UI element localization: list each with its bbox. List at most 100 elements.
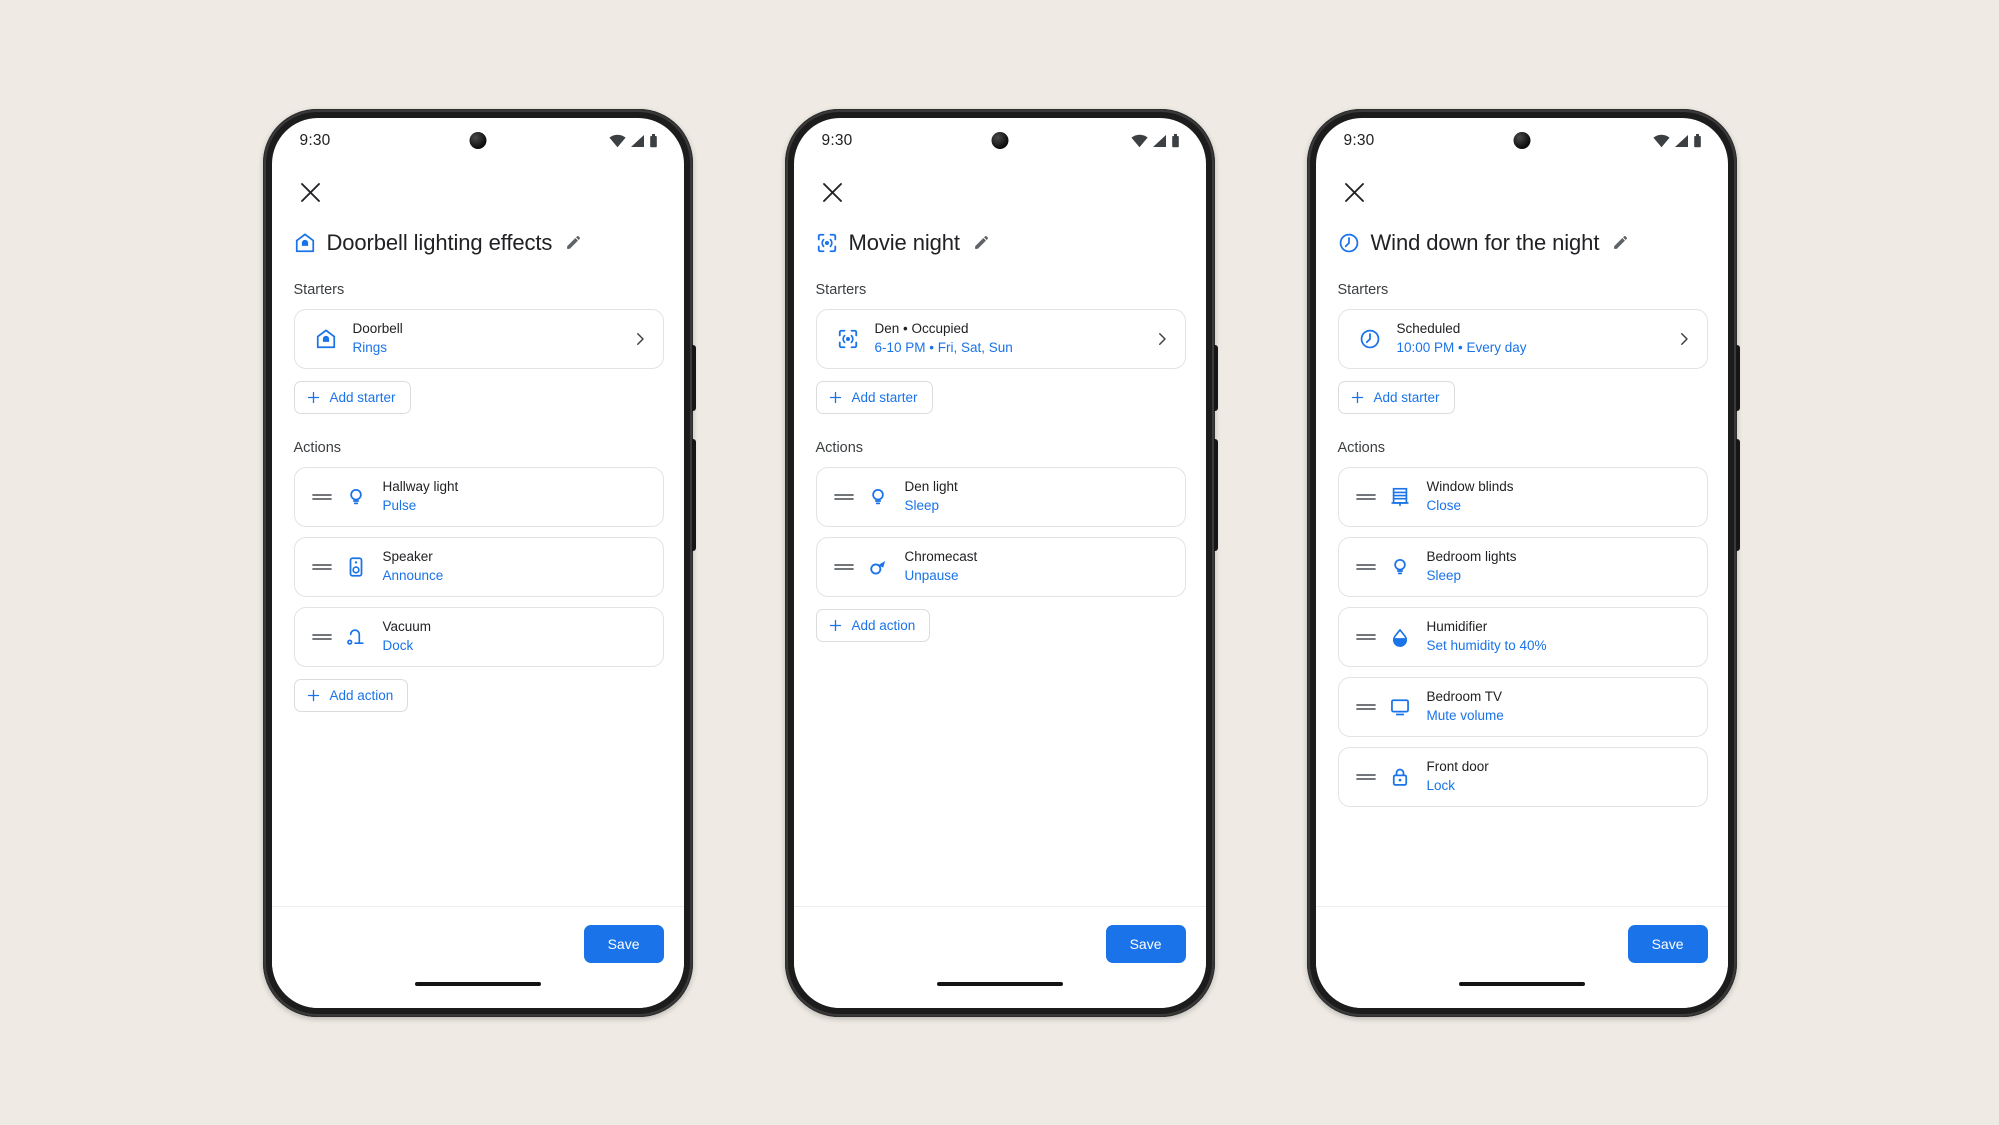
action-card[interactable]: Bedroom lights Sleep [1337,536,1708,597]
action-card[interactable]: Chromecast Unpause [815,536,1186,597]
action-text: Den light Sleep [905,478,1171,514]
drag-handle-icon[interactable] [833,491,855,503]
starter-subtitle: Rings [352,339,388,355]
doorbell-home-icon [313,328,339,350]
save-button[interactable]: Save [1105,925,1186,963]
volume-button[interactable] [1735,438,1740,551]
phone-mockup-3: 9:30 Wind down for the night Starters Sc… [1306,108,1740,1017]
starter-subtitle: 10:00 PM • Every day [1396,339,1527,355]
drag-handle-icon[interactable] [1355,491,1377,503]
action-title: Speaker [382,549,433,565]
save-button[interactable]: Save [1627,925,1708,963]
close-button[interactable] [1338,176,1372,210]
phone-screen-3: 9:30 Wind down for the night Starters Sc… [1315,117,1728,1008]
save-button[interactable]: Save [583,925,664,963]
close-button[interactable] [816,176,850,210]
gesture-bar-area [793,981,1206,1008]
add-action-label: Add action [851,617,916,633]
add-action-button[interactable]: Add action [815,608,931,642]
action-card[interactable]: Vacuum Dock [293,606,664,667]
cellular-signal-icon [630,134,644,147]
action-card[interactable]: Den light Sleep [815,466,1186,527]
add-action-label: Add action [329,687,394,703]
speaker-icon [343,556,369,578]
chevron-right-icon[interactable] [1153,330,1171,348]
home-gesture-bar[interactable] [414,981,541,986]
power-button[interactable] [691,344,696,411]
phone-mockup-2: 9:30 Movie night Starters Den • Occupied… [784,108,1218,1017]
status-icons [1652,133,1702,148]
chevron-right-icon[interactable] [1675,330,1693,348]
action-card[interactable]: Humidifier Set humidity to 40% [1337,606,1708,667]
cellular-signal-icon [1152,134,1166,147]
starters-section-label: Starters [1337,281,1389,298]
scroll-area-2[interactable]: Den • Occupied 6-10 PM • Fri, Sat, Sun A… [794,308,1206,906]
routine-title-row: Movie night [794,216,1206,256]
drag-handle-icon[interactable] [1355,561,1377,573]
scroll-area-3[interactable]: Scheduled 10:00 PM • Every day Add start… [1316,308,1728,906]
drag-handle-icon[interactable] [1355,631,1377,643]
page-title: Doorbell lighting effects [326,229,553,255]
power-button[interactable] [1213,344,1218,411]
phone-screen-2: 9:30 Movie night Starters Den • Occupied… [793,117,1206,1008]
drag-handle-icon[interactable] [311,491,333,503]
starter-card[interactable]: Den • Occupied 6-10 PM • Fri, Sat, Sun [815,308,1186,369]
tv-icon [1387,696,1413,718]
chromecast-icon [865,556,891,578]
lightbulb-icon [865,486,891,508]
action-card[interactable]: Window blinds Close [1337,466,1708,527]
action-title: Hallway light [382,479,459,495]
action-subtitle: Sleep [1426,567,1462,583]
app-content-3: Wind down for the night Starters Schedul… [1315,164,1728,1008]
pencil-edit-icon[interactable] [565,234,582,251]
add-action-button[interactable]: Add action [293,678,409,712]
clock-icon [1338,232,1360,254]
action-text: Chromecast Unpause [905,548,1171,584]
drag-handle-icon[interactable] [1355,771,1377,783]
chevron-right-icon[interactable] [631,330,649,348]
starter-card[interactable]: Doorbell Rings [293,308,664,369]
drag-handle-icon[interactable] [311,561,333,573]
close-row [794,164,1206,216]
drag-handle-icon[interactable] [1355,701,1377,713]
home-gesture-bar[interactable] [936,981,1063,986]
starter-subtitle: 6-10 PM • Fri, Sat, Sun [874,339,1013,355]
action-card[interactable]: Hallway light Pulse [293,466,664,527]
pencil-edit-icon[interactable] [973,234,990,251]
close-button[interactable] [294,176,328,210]
power-button[interactable] [1735,344,1740,411]
action-subtitle: Lock [1426,777,1456,793]
scroll-area-1[interactable]: Doorbell Rings Add starter Actions Hallw… [272,308,684,906]
status-time: 9:30 [299,131,331,149]
app-content-2: Movie night Starters Den • Occupied 6-10… [793,164,1206,1008]
action-title: Front door [1426,759,1489,775]
add-starter-button[interactable]: Add starter [815,380,933,414]
add-starter-button[interactable]: Add starter [293,380,411,414]
action-card[interactable]: Bedroom TV Mute volume [1337,676,1708,737]
action-subtitle: Pulse [382,497,417,513]
battery-icon [1171,133,1179,147]
motion-sensor-icon [835,328,861,350]
starter-card[interactable]: Scheduled 10:00 PM • Every day [1337,308,1708,369]
doorbell-home-icon [294,232,316,254]
vacuum-icon [343,626,369,648]
action-card[interactable]: Speaker Announce [293,536,664,597]
action-card[interactable]: Front door Lock [1337,746,1708,807]
volume-button[interactable] [691,438,696,551]
add-starter-button[interactable]: Add starter [1337,380,1455,414]
action-text: Bedroom lights Sleep [1427,548,1693,584]
plus-icon [1351,391,1363,403]
volume-button[interactable] [1213,438,1218,551]
starter-text: Doorbell Rings [353,320,623,356]
drag-handle-icon[interactable] [833,561,855,573]
close-icon [301,183,320,202]
pencil-edit-icon[interactable] [1612,234,1629,251]
close-row [272,164,684,216]
battery-icon [1693,133,1701,147]
status-bar: 9:30 [1316,118,1728,164]
home-gesture-bar[interactable] [1458,981,1585,986]
actions-section-label: Actions [1337,439,1386,456]
lightbulb-icon [1387,556,1413,578]
phone-mockup-1: 9:30 Doorbell lighting effects Starters … [262,108,696,1017]
drag-handle-icon[interactable] [311,631,333,643]
